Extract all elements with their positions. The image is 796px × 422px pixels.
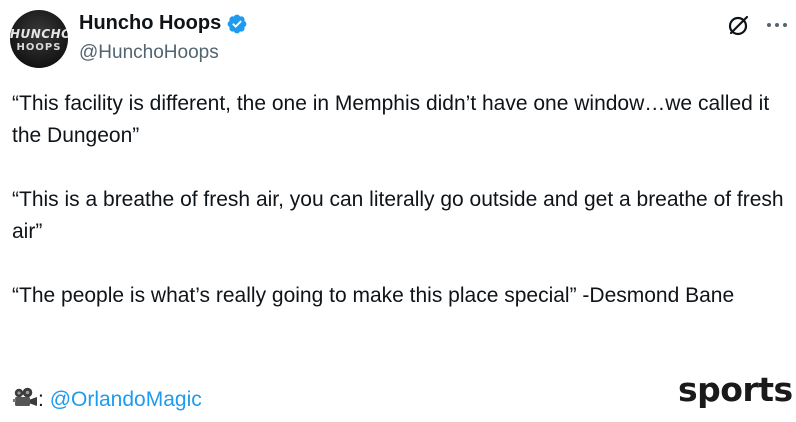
avatar-logo-text-line1: HUNCHO xyxy=(10,27,68,41)
avatar[interactable]: HUNCHO HOOPS xyxy=(10,10,68,68)
post-text: “This facility is different, the one in … xyxy=(12,88,788,344)
movie-camera-icon xyxy=(13,387,37,406)
post-paragraph: “The people is what’s really going to ma… xyxy=(12,284,735,307)
avatar-logo-text-line2: HOOPS xyxy=(16,42,62,53)
more-icon[interactable] xyxy=(764,12,790,38)
video-credit: : @OrlandoMagic xyxy=(12,384,202,416)
post: HUNCHO HOOPS Huncho Hoops @HunchoHoops “… xyxy=(0,0,796,422)
credit-separator: : xyxy=(38,388,44,411)
author-display-name[interactable]: Huncho Hoops xyxy=(79,12,221,35)
author-handle[interactable]: @HunchoHoops xyxy=(79,42,219,64)
post-paragraph: “This is a breathe of fresh air, you can… xyxy=(12,188,784,243)
slashed-circle-icon[interactable] xyxy=(726,12,752,38)
watermark-logo: sports xyxy=(678,370,793,409)
mention-link[interactable]: @OrlandoMagic xyxy=(50,388,202,411)
verified-badge-icon xyxy=(227,14,247,34)
post-paragraph: “This facility is different, the one in … xyxy=(12,92,770,147)
